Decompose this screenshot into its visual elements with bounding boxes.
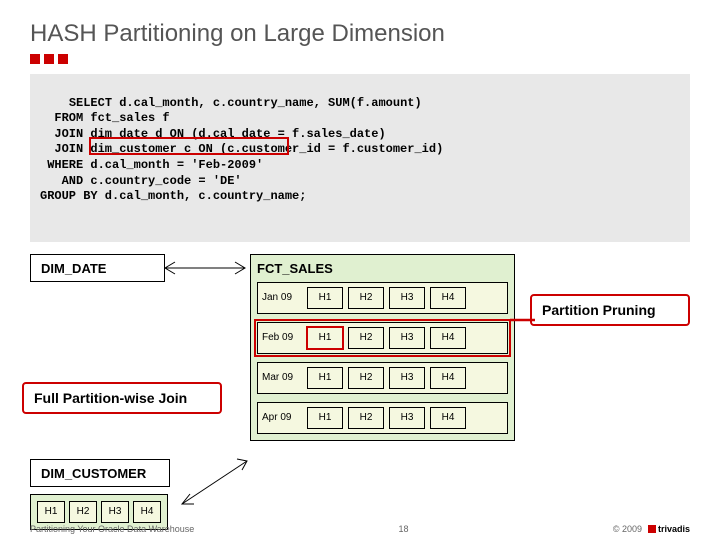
footer-page: 18: [399, 524, 409, 534]
cell: H3: [389, 287, 425, 309]
pruning-connector: [510, 309, 535, 327]
dim-customer-box: DIM_CUSTOMER: [30, 459, 170, 487]
row-label: Mar 09: [262, 372, 302, 383]
footer-copyright: © 2009: [613, 524, 642, 534]
footer-left: Partitioning Your Oracle Data Warehouse: [30, 524, 194, 534]
cell: H3: [389, 327, 425, 349]
hash-cell: H3: [101, 501, 129, 523]
slide-title: HASH Partitioning on Large Dimension: [30, 20, 690, 48]
cell: H3: [389, 407, 425, 429]
cell: H3: [389, 367, 425, 389]
fct-row-feb: Feb 09 H1 H2 H3 H4: [257, 322, 508, 354]
sql-highlight-where: [89, 137, 289, 155]
hash-cell: H1: [37, 501, 65, 523]
diagram-area: DIM_DATE FCT_SALES Jan 09 H1 H2 H3 H4 Fe…: [30, 254, 690, 534]
cell: H4: [430, 367, 466, 389]
dim-date-box: DIM_DATE: [30, 254, 165, 282]
cell: H1: [307, 367, 343, 389]
footer-right-group: © 2009 trivadis: [613, 524, 690, 534]
arrow-dimcust-fct: [182, 456, 252, 511]
trivadis-logo: trivadis: [648, 524, 690, 534]
cell: H2: [348, 327, 384, 349]
fct-title: FCT_SALES: [257, 261, 508, 276]
row-label: Apr 09: [262, 412, 302, 423]
cell: H2: [348, 367, 384, 389]
fct-row-mar: Mar 09 H1 H2 H3 H4: [257, 362, 508, 394]
cell-hl: H1: [307, 327, 343, 349]
arrow-dimdate-fct: [165, 262, 250, 287]
cell: H1: [307, 287, 343, 309]
accent-dots: [30, 54, 690, 64]
fct-sales-box: FCT_SALES Jan 09 H1 H2 H3 H4 Feb 09 H1 H…: [250, 254, 515, 441]
hash-cell: H4: [133, 501, 161, 523]
cell: H1: [307, 407, 343, 429]
callout-partition-pruning: Partition Pruning: [530, 294, 690, 326]
sql-code-block: SELECT d.cal_month, c.country_name, SUM(…: [30, 74, 690, 242]
callout-partition-wise-join: Full Partition-wise Join: [22, 382, 222, 414]
fct-row-jan: Jan 09 H1 H2 H3 H4: [257, 282, 508, 314]
row-label: Feb 09: [262, 332, 302, 343]
cell: H4: [430, 407, 466, 429]
row-label: Jan 09: [262, 292, 302, 303]
cell: H2: [348, 407, 384, 429]
hash-cell: H2: [69, 501, 97, 523]
cell: H4: [430, 327, 466, 349]
fct-row-apr: Apr 09 H1 H2 H3 H4: [257, 402, 508, 434]
slide-footer: Partitioning Your Oracle Data Warehouse …: [30, 524, 690, 534]
cell: H2: [348, 287, 384, 309]
cell: H4: [430, 287, 466, 309]
